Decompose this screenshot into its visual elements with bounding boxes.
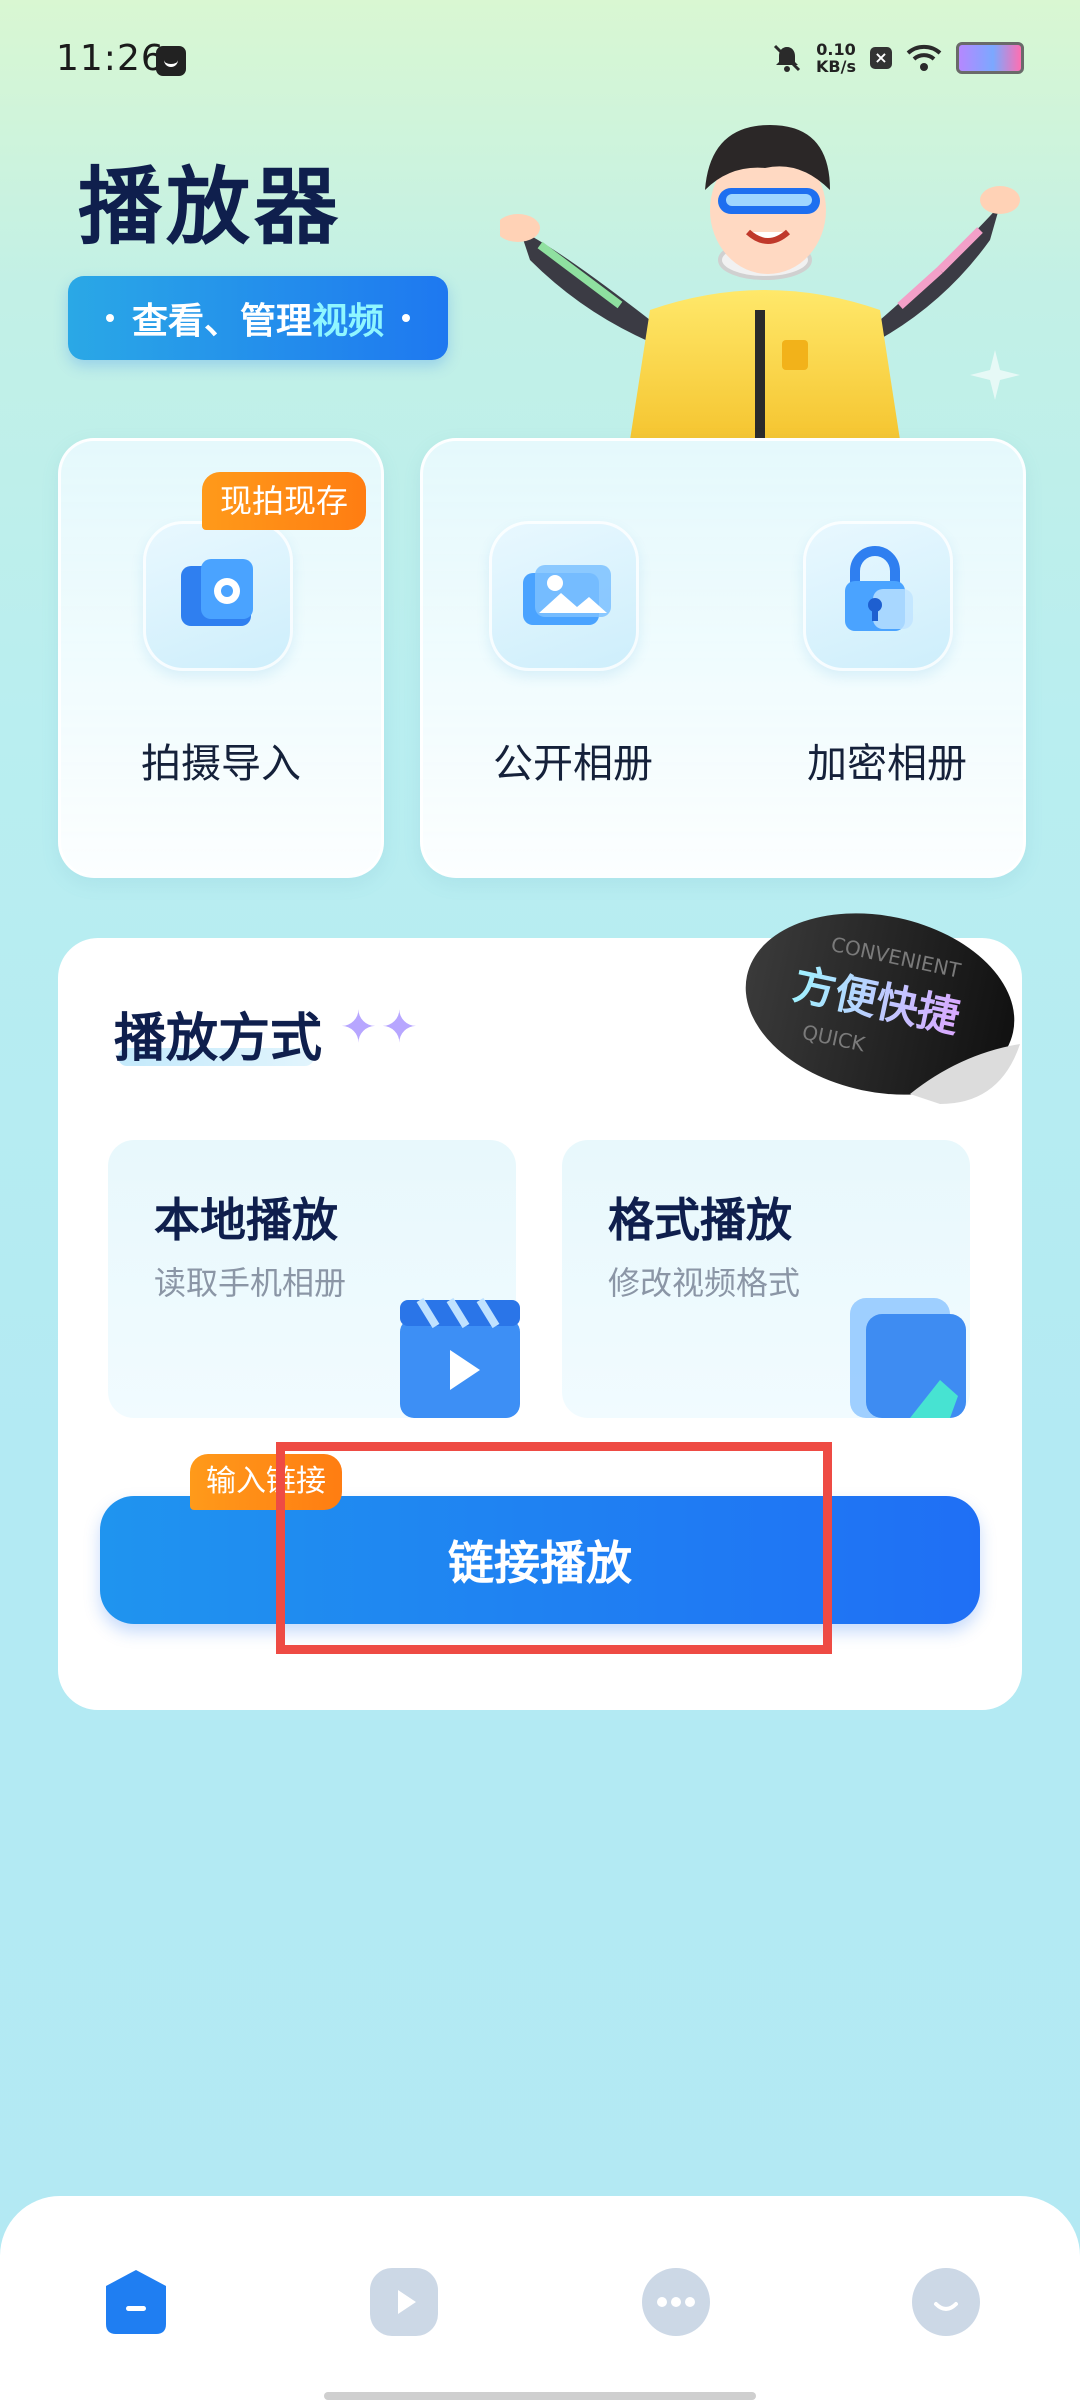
capture-badge: 现拍现存	[202, 472, 367, 530]
play-mode-title: 播放方式	[114, 1009, 323, 1069]
app-title: 播放器	[78, 158, 343, 256]
subtitle-pill: 查看、管理视频	[68, 276, 448, 360]
mascot-illustration	[500, 125, 1020, 440]
format-play-desc: 修改视频格式	[608, 1264, 801, 1302]
wifi-icon	[906, 44, 942, 71]
more-icon[interactable]	[640, 2266, 712, 2338]
convenient-sticker: CONVENIENT 方便快捷 QUICK	[745, 913, 1020, 1104]
local-play-card[interactable]: 本地播放 读取手机相册	[108, 1140, 520, 1418]
status-icons: 0.10 KB/s ×	[772, 38, 1024, 78]
capture-import-label: 拍摄导入	[141, 741, 301, 787]
highlight-box	[276, 1442, 832, 1654]
mute-bell-icon	[773, 44, 801, 72]
subtitle-highlight: 视频	[312, 301, 385, 342]
private-album-button[interactable]: 加密相册	[743, 481, 1003, 841]
public-album-button[interactable]: 公开相册	[443, 481, 703, 841]
notification-app-icon	[156, 46, 186, 76]
private-album-label: 加密相册	[807, 741, 967, 787]
capture-tile	[143, 521, 293, 671]
network-speed-unit: KB/s	[816, 57, 856, 76]
network-speed-value: 0.10	[816, 40, 856, 59]
subtitle-text: 查看、管理视频	[132, 292, 384, 344]
subtitle-prefix: 查看、管理	[131, 301, 312, 342]
lock-icon	[845, 546, 913, 631]
public-album-tile	[489, 521, 639, 671]
home-icon[interactable]	[100, 2266, 172, 2338]
local-play-title: 本地播放	[154, 1193, 338, 1247]
albums-card: 公开相册 加密相册	[420, 438, 1026, 878]
format-play-card[interactable]: 格式播放 修改视频格式	[562, 1140, 970, 1418]
camera-document-icon	[181, 559, 253, 626]
no-sim-icon: ×	[870, 47, 892, 69]
play-icon[interactable]	[368, 2266, 440, 2338]
sparkle-icon: ✦✦	[340, 1002, 422, 1053]
dot-icon	[105, 314, 114, 322]
clapperboard-icon	[400, 1297, 520, 1418]
home-indicator[interactable]	[324, 2392, 756, 2400]
network-speed: 0.10 KB/s	[816, 41, 856, 75]
battery-icon	[956, 42, 1024, 74]
local-play-desc: 读取手机相册	[154, 1264, 347, 1302]
private-album-tile	[803, 521, 953, 671]
dot-icon	[402, 314, 411, 322]
format-convert-icon	[850, 1298, 966, 1418]
format-play-title: 格式播放	[608, 1193, 792, 1247]
status-time: 11:26	[56, 38, 165, 79]
image-gallery-icon	[523, 565, 611, 625]
public-album-label: 公开相册	[493, 741, 653, 787]
profile-icon[interactable]	[910, 2266, 982, 2338]
